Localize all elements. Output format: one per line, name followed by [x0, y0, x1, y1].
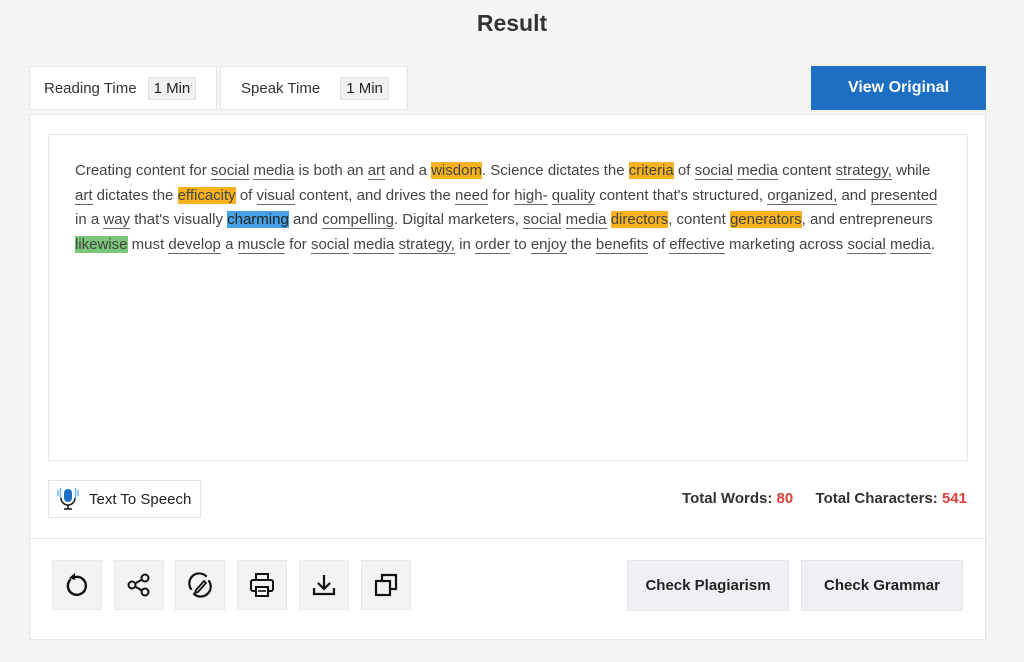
page-title: Result [476, 10, 548, 36]
highlight-word-green[interactable]: likewise [75, 235, 128, 253]
view-original-button[interactable]: View Original [811, 66, 986, 110]
text-to-speech-label: Text To Speech [89, 490, 192, 508]
highlight-word-orange[interactable]: directors [610, 211, 669, 228]
speak-time-value: 1 Min [340, 76, 389, 100]
check-grammar-button[interactable]: Check Grammar [801, 560, 963, 611]
reading-time-value: 1 Min [147, 76, 197, 100]
suggestion-word[interactable]: enjoy [530, 235, 567, 254]
share-icon [127, 573, 150, 597]
highlight-word-blue[interactable]: charming [227, 211, 289, 228]
suggestion-word[interactable]: media [737, 162, 778, 180]
suggestion-word[interactable]: way [103, 211, 131, 229]
suggestion-word[interactable]: high- [514, 186, 548, 205]
text-counts: Total Words: 80 Total Characters: 541 [682, 490, 967, 507]
suggestion-word[interactable]: presented [870, 186, 938, 205]
suggestion-word[interactable]: social [523, 211, 562, 229]
reading-time-label: Reading Time [44, 79, 137, 97]
download-button[interactable] [299, 560, 349, 610]
result-text-area[interactable]: Creating content for social media is bot… [48, 134, 968, 461]
refresh-button[interactable] [52, 560, 102, 610]
suggestion-word[interactable]: muscle [237, 235, 286, 254]
suggestion-word[interactable]: compelling [322, 211, 394, 229]
suggestion-word[interactable]: social [210, 162, 250, 180]
total-characters-label: Total Characters: [815, 490, 938, 507]
copy-icon [374, 573, 398, 597]
rewrite-icon [188, 572, 212, 598]
print-button[interactable] [237, 560, 287, 610]
suggestion-word[interactable]: visual [256, 186, 295, 205]
reading-time-box: Reading Time 1 Min [29, 66, 217, 110]
highlight-word-orange[interactable]: generators [729, 211, 802, 228]
suggestion-word[interactable]: develop [168, 235, 221, 254]
suggestion-word[interactable]: organized, [767, 186, 838, 205]
divider [30, 538, 985, 539]
highlight-word-orange[interactable]: criteria [628, 162, 674, 179]
highlight-word-orange[interactable]: wisdom [431, 162, 482, 179]
result-panel: Creating content for social media is bot… [29, 114, 986, 640]
suggestion-word[interactable]: art [367, 162, 386, 180]
suggestion-word[interactable]: media [353, 235, 395, 254]
total-characters-value: 541 [941, 490, 967, 507]
suggestion-word[interactable]: media [253, 162, 295, 180]
speak-time-box: Speak Time 1 Min [220, 66, 408, 110]
check-plagiarism-button[interactable]: Check Plagiarism [627, 560, 789, 611]
copy-button[interactable] [361, 560, 411, 610]
suggestion-word[interactable]: benefits [595, 235, 649, 254]
suggestion-word[interactable]: art [75, 186, 93, 205]
highlight-word-orange[interactable]: efficacity [177, 186, 236, 204]
print-icon [250, 573, 274, 597]
refresh-icon [66, 573, 88, 596]
suggestion-word[interactable]: social [694, 162, 733, 180]
total-words-value: 80 [776, 490, 794, 507]
rewrite-button[interactable] [175, 560, 225, 610]
download-icon [312, 575, 336, 596]
suggestion-word[interactable]: quality [551, 186, 596, 205]
suggestion-word[interactable]: media [889, 235, 931, 254]
microphone-icon [57, 488, 79, 510]
text-to-speech-button[interactable]: Text To Speech [48, 480, 201, 518]
suggestion-word[interactable]: media [565, 211, 607, 229]
suggestion-word[interactable]: social [310, 235, 350, 254]
suggestion-word[interactable]: social [847, 235, 886, 254]
suggestion-word[interactable]: effective [669, 235, 725, 254]
suggestion-word[interactable]: order [474, 235, 510, 254]
suggestion-word[interactable]: strategy, [835, 162, 892, 180]
share-button[interactable] [114, 560, 164, 610]
speak-time-label: Speak Time [241, 79, 321, 97]
suggestion-word[interactable]: strategy, [398, 235, 455, 254]
suggestion-word[interactable]: need [455, 186, 489, 205]
total-words-label: Total Words: [682, 490, 773, 507]
